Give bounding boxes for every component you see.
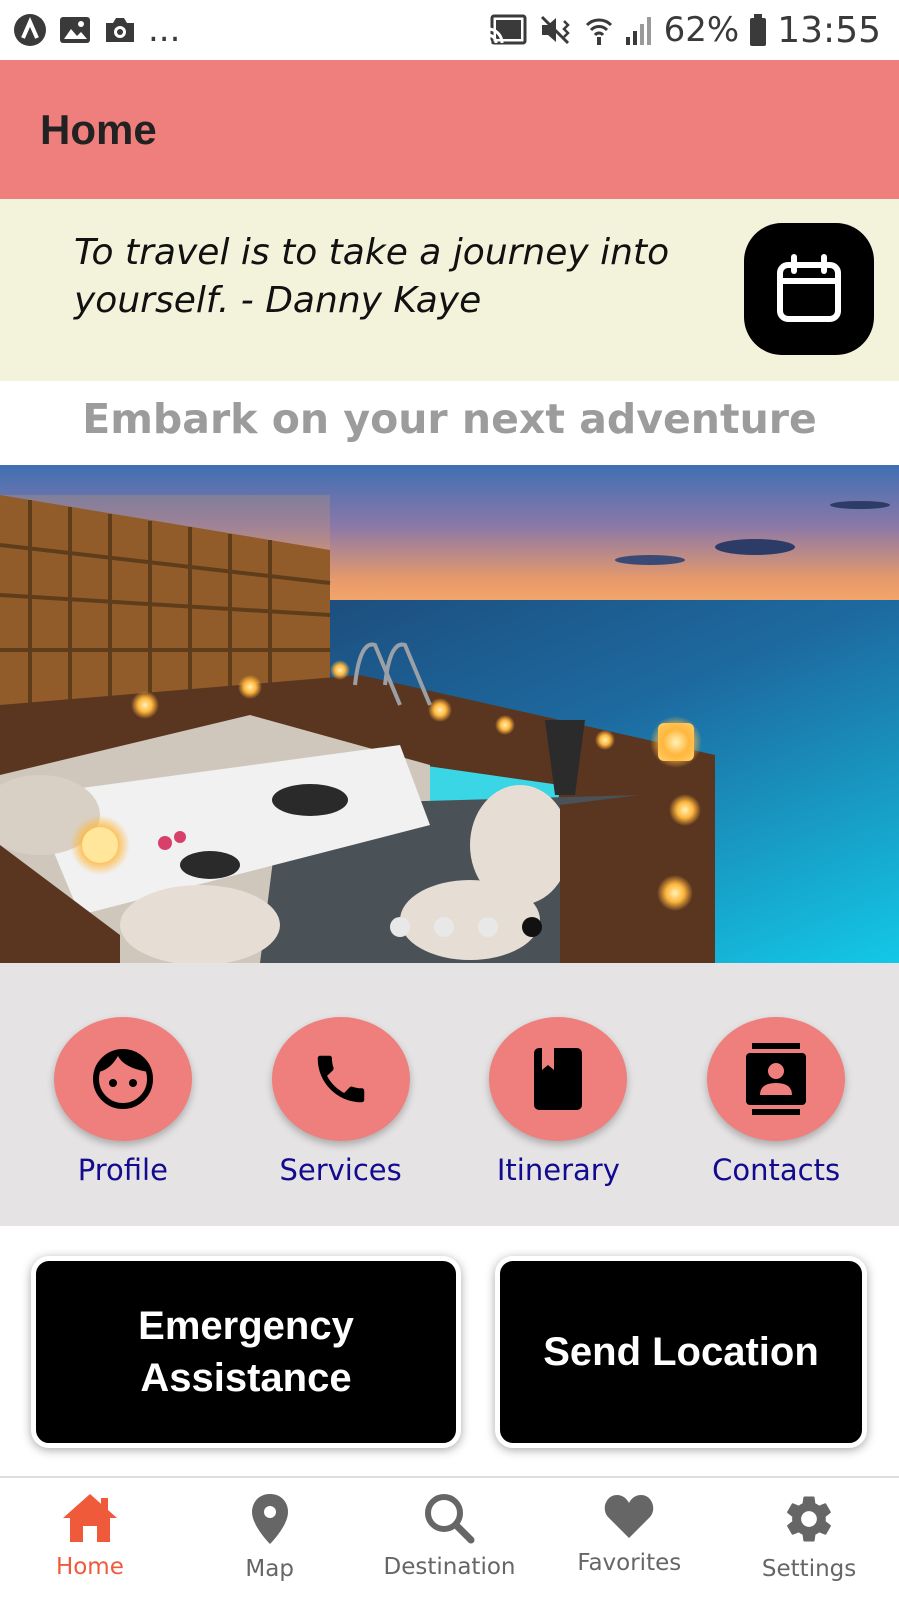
emergency-label-line2: Assistance: [140, 1356, 352, 1400]
contacts-icon: [746, 1043, 807, 1115]
page-title: Home: [40, 105, 157, 153]
profile-button[interactable]: [53, 1017, 192, 1141]
status-bar: ... 62% 13:55: [0, 0, 899, 60]
nav-label-destination: Destination: [383, 1554, 516, 1580]
itinerary-label: Itinerary: [496, 1153, 620, 1187]
battery-icon: [750, 14, 767, 46]
nav-label-home: Home: [55, 1554, 124, 1580]
send-location-button[interactable]: Send Location: [495, 1256, 867, 1448]
bottom-navigation: Home Map Destination Favorites Settings: [0, 1476, 899, 1599]
tagline: Embark on your next adventure: [82, 395, 817, 443]
nav-item-map[interactable]: Map: [180, 1478, 360, 1599]
app-header: Home: [0, 60, 899, 199]
app-a-icon: [14, 14, 46, 46]
map-pin-icon: [251, 1494, 288, 1544]
carousel-dot[interactable]: [433, 917, 454, 937]
status-bar-left: ...: [12, 10, 180, 50]
quick-action-services[interactable]: Services: [241, 1017, 441, 1226]
carousel-dot[interactable]: [389, 917, 410, 937]
itinerary-button[interactable]: [489, 1017, 628, 1141]
status-bar-right: 62% 13:55: [486, 10, 881, 51]
calendar-icon: [777, 254, 841, 322]
face-icon: [92, 1049, 153, 1109]
contacts-label: Contacts: [712, 1153, 841, 1187]
emergency-label-line1: Emergency: [138, 1304, 354, 1348]
nav-label-map: Map: [245, 1556, 294, 1582]
camera-icon: [106, 18, 134, 42]
travel-quote: To travel is to take a journey into your…: [74, 232, 670, 321]
hero-image: [0, 465, 899, 963]
services-label: Services: [279, 1153, 402, 1187]
carousel-dot-active[interactable]: [521, 917, 542, 937]
carousel-pagination: [0, 917, 899, 937]
hero-carousel[interactable]: [0, 465, 899, 963]
nav-label-settings: Settings: [761, 1556, 857, 1582]
quote-banner: To travel is to take a journey into your…: [0, 199, 899, 381]
status-more-indicator: ...: [148, 10, 181, 50]
nav-item-settings[interactable]: Settings: [719, 1478, 899, 1599]
quick-actions: Profile Services Itinerary Contacts: [0, 963, 899, 1226]
vibrate-mute-icon: [540, 15, 570, 45]
emergency-assistance-label: Emergency Assistance: [138, 1300, 354, 1404]
quick-action-itinerary[interactable]: Itinerary: [458, 1017, 658, 1226]
image-icon: [60, 17, 90, 43]
profile-label: Profile: [77, 1153, 168, 1187]
calendar-button[interactable]: [744, 223, 874, 355]
wifi-icon: [585, 18, 612, 45]
action-buttons-row: Emergency Assistance Send Location: [0, 1226, 899, 1476]
phone-icon: [317, 1055, 364, 1103]
book-icon: [534, 1048, 583, 1110]
heart-icon: [605, 1495, 654, 1538]
nav-item-destination[interactable]: Destination: [360, 1478, 540, 1599]
nav-item-favorites[interactable]: Favorites: [539, 1478, 719, 1599]
carousel-dot[interactable]: [477, 917, 498, 937]
signal-icon: [625, 17, 651, 45]
emergency-assistance-button[interactable]: Emergency Assistance: [31, 1256, 461, 1448]
cast-icon: [486, 14, 527, 45]
services-button[interactable]: [271, 1017, 410, 1141]
quick-action-profile[interactable]: Profile: [23, 1017, 223, 1226]
status-time: 13:55: [777, 9, 881, 51]
contacts-button[interactable]: [707, 1017, 846, 1141]
nav-label-favorites: Favorites: [577, 1550, 682, 1576]
quick-action-contacts[interactable]: Contacts: [676, 1017, 876, 1226]
battery-percentage: 62%: [663, 10, 740, 50]
gear-icon: [787, 1496, 831, 1542]
home-icon: [62, 1494, 117, 1542]
nav-item-home[interactable]: Home: [0, 1478, 180, 1599]
search-icon: [425, 1494, 475, 1544]
send-location-label: Send Location: [543, 1330, 819, 1374]
